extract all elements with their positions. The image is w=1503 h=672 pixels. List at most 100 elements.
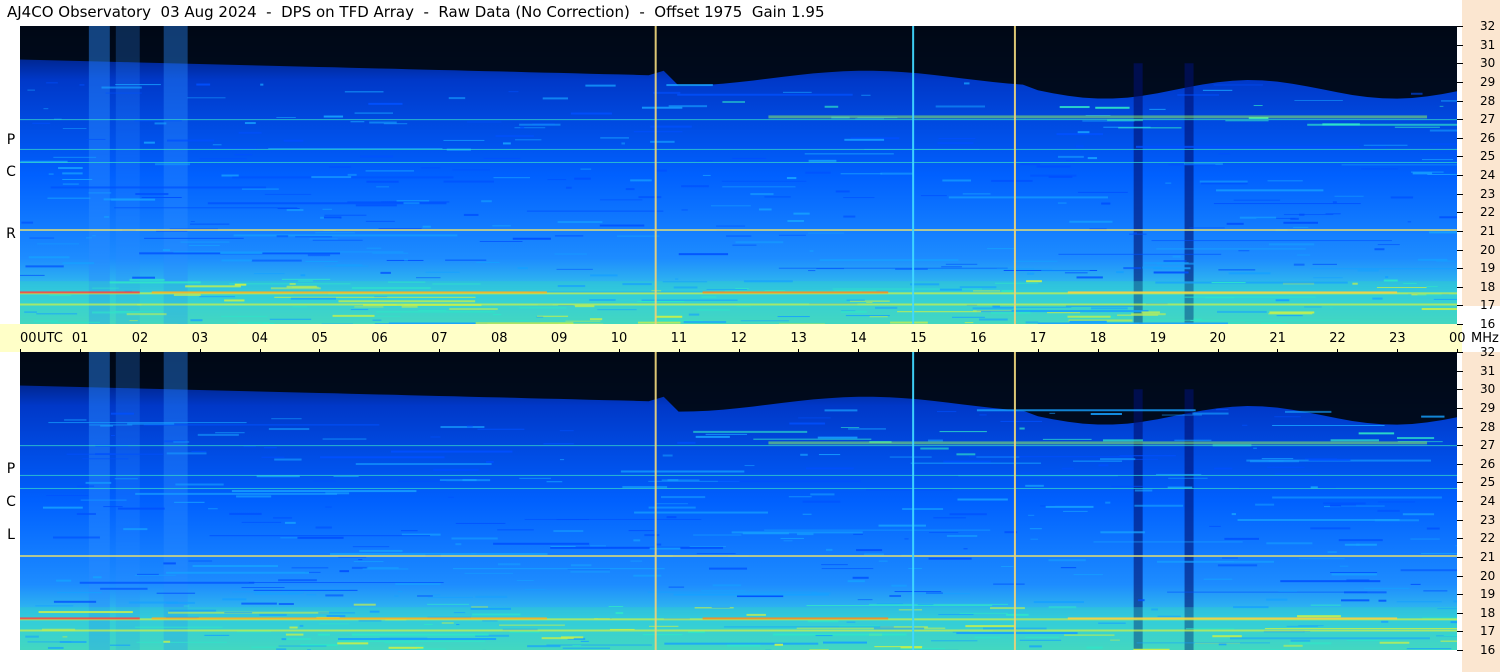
signal-streak xyxy=(1168,477,1208,479)
signal-streak xyxy=(1390,196,1414,199)
signal-streak xyxy=(857,599,873,601)
signal-streak xyxy=(1274,416,1301,418)
signal-streak xyxy=(852,576,869,579)
signal-streak xyxy=(722,186,796,188)
signal-streak xyxy=(278,579,317,582)
signal-streak xyxy=(32,122,51,124)
signal-streak xyxy=(891,584,907,587)
signal-streak xyxy=(470,607,512,610)
signal-streak xyxy=(1352,282,1358,285)
signal-streak xyxy=(1025,484,1044,487)
signal-streak xyxy=(746,613,766,616)
signal-streak xyxy=(625,188,635,191)
y-tick-label: 18 xyxy=(1480,279,1496,294)
signal-streak xyxy=(1429,129,1457,132)
signal-streak xyxy=(416,648,447,650)
signal-streak xyxy=(753,438,872,440)
signal-streak xyxy=(1167,591,1368,593)
signal-streak xyxy=(599,224,645,227)
signal-streak xyxy=(520,126,525,129)
signal-streak xyxy=(104,215,110,218)
signal-streak xyxy=(600,137,629,139)
signal-streak xyxy=(666,516,677,519)
signal-streak xyxy=(251,259,302,262)
signal-streak xyxy=(808,159,837,162)
signal-streak xyxy=(873,627,925,630)
signal-streak xyxy=(695,160,713,162)
signal-streak xyxy=(127,422,175,425)
signal-streak xyxy=(359,549,403,552)
signal-streak xyxy=(28,256,70,259)
signal-streak xyxy=(1412,172,1433,175)
signal-streak xyxy=(589,318,603,321)
signal-streak xyxy=(398,591,403,593)
signal-streak xyxy=(290,297,336,300)
time-marker-line xyxy=(912,26,915,324)
signal-streak xyxy=(821,568,874,570)
x-tick-label: 15 xyxy=(910,331,927,346)
signal-streak xyxy=(1361,168,1398,170)
signal-streak xyxy=(251,646,277,648)
signal-streak xyxy=(283,638,312,641)
signal-streak xyxy=(62,636,68,638)
signal-streak xyxy=(633,539,641,542)
y-tick xyxy=(1457,137,1463,139)
signal-streak xyxy=(313,480,336,482)
signal-streak xyxy=(35,605,74,607)
signal-streak xyxy=(633,131,683,133)
signal-streak xyxy=(787,219,804,222)
persistent-signal-line xyxy=(20,629,1457,632)
signal-streak xyxy=(1394,126,1440,128)
signal-streak xyxy=(895,268,928,270)
signal-streak xyxy=(261,456,285,458)
signal-streak xyxy=(550,545,576,547)
signal-streak xyxy=(678,253,729,256)
signal-streak xyxy=(959,286,997,289)
signal-streak xyxy=(136,641,227,643)
signal-streak xyxy=(1297,254,1311,256)
signal-streak xyxy=(58,167,83,170)
signal-streak xyxy=(1211,282,1246,284)
signal-streak xyxy=(185,285,241,288)
signal-streak xyxy=(1030,174,1077,177)
signal-streak xyxy=(608,605,624,607)
signal-streak xyxy=(337,642,369,645)
y-tick xyxy=(1457,249,1463,251)
signal-streak xyxy=(515,320,530,322)
signal-streak xyxy=(1358,432,1395,435)
signal-streak xyxy=(816,268,845,270)
signal-streak xyxy=(36,243,79,245)
signal-streak xyxy=(1433,298,1457,300)
signal-streak xyxy=(466,425,473,428)
signal-streak xyxy=(1264,628,1457,630)
signal-streak xyxy=(114,478,138,480)
signal-streak xyxy=(1293,226,1309,228)
signal-streak xyxy=(209,535,431,537)
strong-signal-segment xyxy=(1067,291,1398,294)
y-tick-label: 17 xyxy=(1480,624,1496,639)
signal-streak xyxy=(42,506,83,509)
y-tick xyxy=(1457,519,1463,521)
signal-streak xyxy=(723,626,894,628)
x-tick-label: 03 xyxy=(191,331,209,346)
y-tick-label: 31 xyxy=(1480,363,1496,378)
signal-streak xyxy=(1001,290,1014,293)
signal-streak xyxy=(190,221,195,223)
signal-streak xyxy=(1377,501,1416,503)
signal-streak xyxy=(229,512,262,515)
signal-streak xyxy=(673,286,698,289)
signal-streak xyxy=(48,173,54,175)
signal-streak xyxy=(843,215,856,218)
signal-streak xyxy=(788,496,812,498)
signal-streak xyxy=(1402,513,1435,516)
signal-streak xyxy=(1077,191,1128,193)
signal-streak xyxy=(329,165,352,168)
signal-streak xyxy=(199,158,247,160)
signal-streak xyxy=(656,543,662,546)
signal-streak xyxy=(976,409,1196,412)
y-tick xyxy=(1457,426,1463,428)
signal-streak xyxy=(1346,640,1400,642)
signal-streak xyxy=(1231,513,1236,516)
signal-streak xyxy=(1420,152,1457,154)
signal-streak xyxy=(965,625,1016,628)
